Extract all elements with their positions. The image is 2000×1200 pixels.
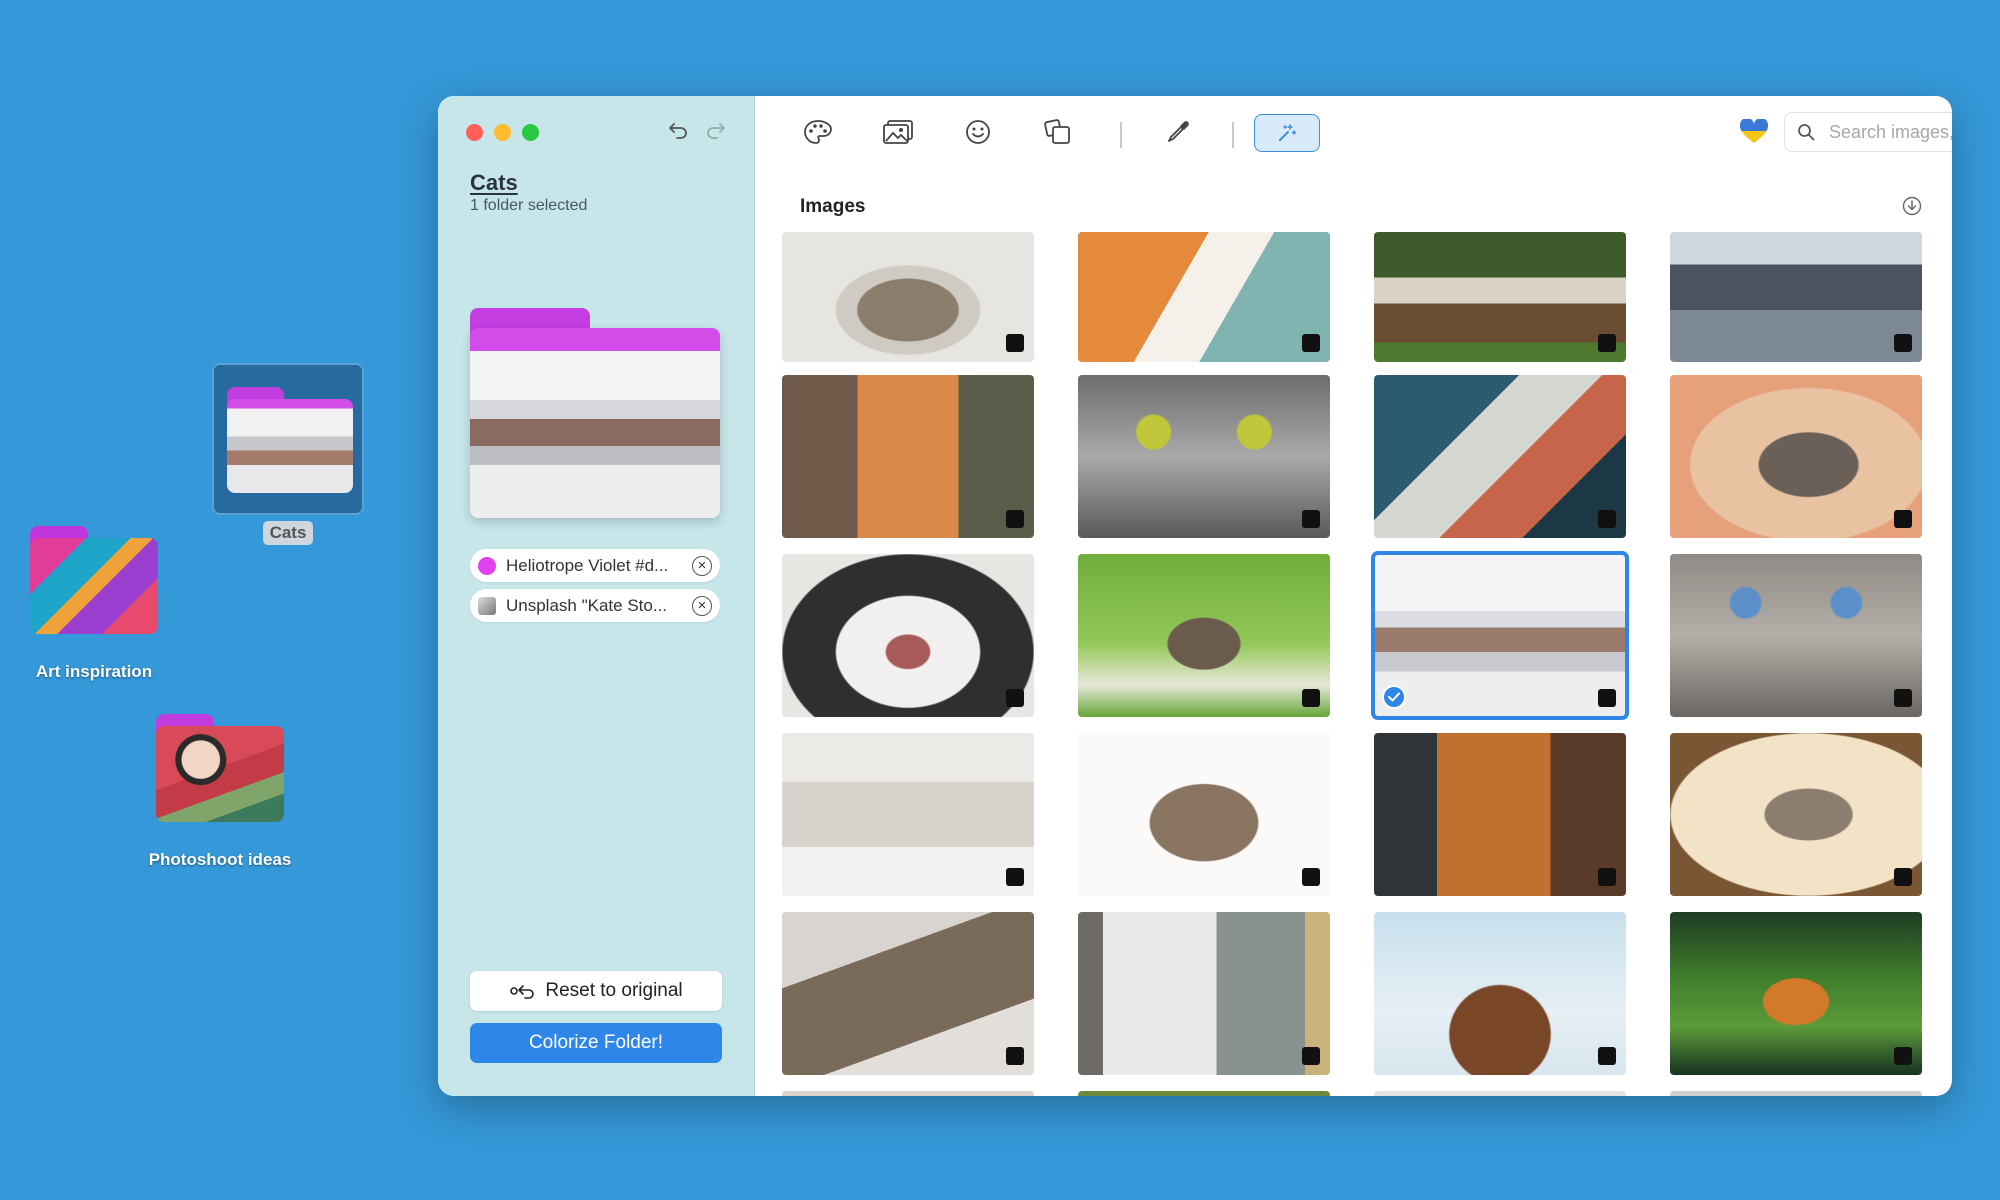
source-badge-icon bbox=[1006, 689, 1024, 707]
image-thumbnail[interactable] bbox=[1374, 912, 1626, 1075]
image-thumbnail[interactable] bbox=[782, 232, 1034, 362]
close-window-button[interactable] bbox=[466, 124, 483, 141]
desktop-folder-label: Photoshoot ideas bbox=[148, 850, 292, 869]
image-thumbnail-icon bbox=[478, 596, 496, 615]
shapes-icon[interactable] bbox=[1038, 114, 1078, 150]
folder-name-title[interactable]: Cats bbox=[470, 170, 518, 196]
source-badge-icon bbox=[1302, 689, 1320, 707]
toolbar bbox=[754, 96, 1952, 168]
close-icon[interactable]: × bbox=[692, 555, 712, 576]
source-badge-icon bbox=[1302, 868, 1320, 886]
section-title: Images bbox=[800, 196, 866, 217]
source-badge-icon bbox=[1598, 689, 1616, 707]
search-input[interactable] bbox=[1827, 120, 1952, 144]
search-icon bbox=[1798, 124, 1815, 141]
source-badge-icon bbox=[1894, 689, 1912, 707]
image-thumbnail[interactable] bbox=[1078, 1091, 1330, 1096]
desktop-folder-cats[interactable]: Cats bbox=[212, 363, 364, 545]
image-chip-label: Unsplash "Kate Sto... bbox=[506, 595, 668, 615]
image-thumbnail[interactable] bbox=[782, 1091, 1034, 1096]
images-icon[interactable] bbox=[878, 114, 918, 150]
image-thumbnail[interactable] bbox=[1078, 375, 1330, 538]
image-thumbnail[interactable] bbox=[1374, 733, 1626, 896]
image-thumbnail[interactable] bbox=[782, 554, 1034, 717]
image-thumbnail[interactable] bbox=[1374, 1091, 1626, 1096]
image-thumbnail[interactable] bbox=[1374, 232, 1626, 362]
image-thumbnail[interactable] bbox=[1670, 912, 1922, 1075]
folder-preview bbox=[470, 308, 720, 518]
undo-icon[interactable] bbox=[666, 118, 690, 142]
reset-button[interactable]: Reset to original bbox=[470, 971, 722, 1011]
folder-icon bbox=[470, 308, 720, 518]
image-thumbnail-selected[interactable] bbox=[1371, 551, 1629, 720]
palette-icon[interactable] bbox=[798, 114, 838, 150]
source-badge-icon bbox=[1598, 1047, 1616, 1065]
color-chip[interactable]: Heliotrope Violet #d... × bbox=[470, 549, 720, 582]
color-chip-label: Heliotrope Violet #d... bbox=[506, 555, 669, 575]
desktop-folder-art-inspiration[interactable]: Art inspiration bbox=[30, 526, 160, 682]
eyedropper-icon[interactable] bbox=[1158, 114, 1198, 150]
image-grid bbox=[782, 232, 1932, 1096]
source-badge-icon bbox=[1006, 868, 1024, 886]
image-thumbnail[interactable] bbox=[1670, 554, 1922, 717]
source-badge-icon bbox=[1894, 1047, 1912, 1065]
image-thumbnail[interactable] bbox=[782, 912, 1034, 1075]
redo-icon[interactable] bbox=[704, 118, 728, 142]
source-badge-icon bbox=[1598, 334, 1616, 352]
folder-icon bbox=[30, 526, 158, 634]
image-thumbnail[interactable] bbox=[1078, 554, 1330, 717]
reset-button-label: Reset to original bbox=[545, 980, 683, 1001]
source-badge-icon bbox=[1302, 334, 1320, 352]
toolbar-divider bbox=[1120, 122, 1122, 148]
image-thumbnail[interactable] bbox=[782, 733, 1034, 896]
source-badge-icon bbox=[1894, 334, 1912, 352]
desktop-folder-photoshoot-ideas[interactable]: Photoshoot ideas bbox=[149, 714, 291, 870]
heart-icon[interactable] bbox=[1734, 114, 1774, 150]
close-icon[interactable]: × bbox=[692, 595, 712, 616]
image-thumbnail[interactable] bbox=[1374, 375, 1626, 538]
image-thumbnail[interactable] bbox=[1670, 375, 1922, 538]
desktop-folder-label: Cats bbox=[262, 521, 314, 545]
image-thumbnail[interactable] bbox=[782, 375, 1034, 538]
source-badge-icon bbox=[1302, 1047, 1320, 1065]
toolbar-divider bbox=[1232, 122, 1234, 148]
source-badge-icon bbox=[1894, 510, 1912, 528]
source-badge-icon bbox=[1006, 334, 1024, 352]
color-swatch bbox=[478, 556, 496, 575]
source-badge-icon bbox=[1006, 1047, 1024, 1065]
image-thumbnail[interactable] bbox=[1670, 733, 1922, 896]
source-badge-icon bbox=[1006, 510, 1024, 528]
image-thumbnail[interactable] bbox=[1078, 232, 1330, 362]
desktop-folder-label: Art inspiration bbox=[35, 662, 153, 681]
emoji-icon[interactable] bbox=[958, 114, 998, 150]
search-bar[interactable] bbox=[1784, 112, 1952, 152]
folder-icon bbox=[227, 387, 353, 493]
window-controls bbox=[466, 124, 539, 141]
image-thumbnail[interactable] bbox=[1670, 1091, 1922, 1096]
colorize-button[interactable]: Colorize Folder! bbox=[470, 1023, 722, 1063]
desktop-folder-cats-selection bbox=[212, 363, 364, 515]
folder-icon bbox=[156, 714, 284, 822]
minimize-window-button[interactable] bbox=[494, 124, 511, 141]
magic-wand-icon[interactable] bbox=[1254, 114, 1320, 152]
app-window: Cats 1 folder selected Heliotrope Violet… bbox=[438, 96, 1952, 1096]
sidebar: Cats 1 folder selected Heliotrope Violet… bbox=[438, 96, 755, 1096]
image-thumbnail[interactable] bbox=[1078, 912, 1330, 1075]
source-badge-icon bbox=[1598, 510, 1616, 528]
zoom-window-button[interactable] bbox=[522, 124, 539, 141]
download-icon[interactable] bbox=[1902, 196, 1922, 216]
image-thumbnail[interactable] bbox=[1078, 733, 1330, 896]
source-badge-icon bbox=[1598, 868, 1616, 886]
source-badge-icon bbox=[1302, 510, 1320, 528]
selection-info: 1 folder selected bbox=[470, 197, 588, 214]
image-chip[interactable]: Unsplash "Kate Sto... × bbox=[470, 589, 720, 622]
image-thumbnail[interactable] bbox=[1670, 232, 1922, 362]
reset-icon bbox=[510, 985, 535, 999]
source-badge-icon bbox=[1894, 868, 1912, 886]
undo-redo-group bbox=[666, 118, 728, 142]
checkmark-icon bbox=[1382, 685, 1406, 709]
